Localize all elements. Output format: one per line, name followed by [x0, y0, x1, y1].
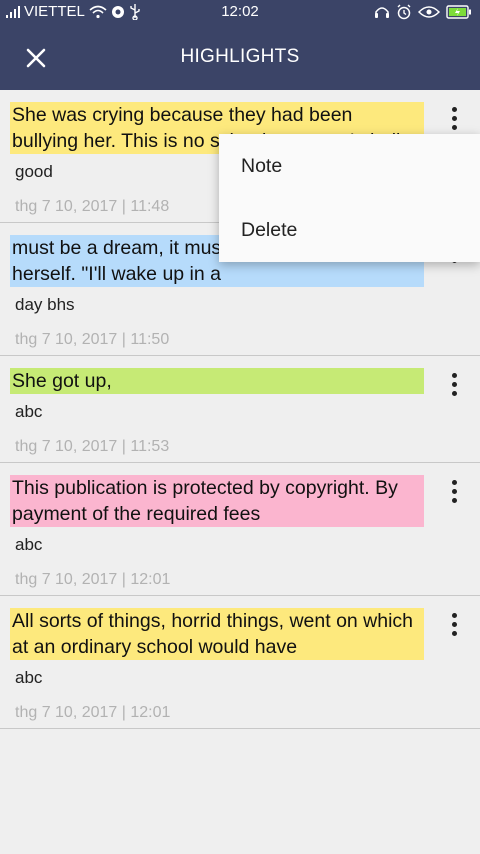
highlight-item[interactable]: All sorts of things, horrid things, went… [0, 596, 480, 729]
more-options-button[interactable] [442, 477, 466, 505]
highlight-item[interactable]: She got up, abc thg 7 10, 2017 | 11:53 [0, 356, 480, 463]
menu-item-delete[interactable]: Delete [219, 198, 480, 262]
highlight-date: thg 7 10, 2017 | 12:01 [15, 571, 171, 588]
status-bar: VIETTEL 12:02 [0, 0, 480, 24]
more-options-button[interactable] [442, 370, 466, 398]
highlight-note: abc [15, 668, 43, 687]
status-right [374, 0, 472, 24]
highlight-text: She got up, [10, 368, 424, 394]
highlight-date: thg 7 10, 2017 | 11:50 [15, 331, 170, 348]
eye-icon [418, 0, 440, 24]
popup-menu: Note Delete [219, 134, 480, 262]
highlight-date: thg 7 10, 2017 | 11:53 [15, 438, 170, 455]
alarm-icon [396, 0, 412, 24]
highlight-note: abc [15, 402, 43, 421]
menu-item-note[interactable]: Note [219, 134, 480, 198]
battery-icon [446, 0, 472, 24]
highlight-item[interactable]: This publication is protected by copyrig… [0, 463, 480, 596]
app-bar: HIGHLIGHTS [0, 24, 480, 90]
highlight-text: This publication is protected by copyrig… [10, 475, 424, 527]
highlight-note: abc [15, 535, 43, 554]
headset-icon [374, 0, 390, 24]
highlight-note: day bhs [15, 295, 75, 314]
highlight-text: All sorts of things, horrid things, went… [10, 608, 424, 660]
more-options-button[interactable] [442, 610, 466, 638]
page-title: HIGHLIGHTS [180, 46, 300, 67]
more-options-button[interactable] [442, 104, 466, 132]
highlight-date: thg 7 10, 2017 | 12:01 [15, 704, 171, 721]
